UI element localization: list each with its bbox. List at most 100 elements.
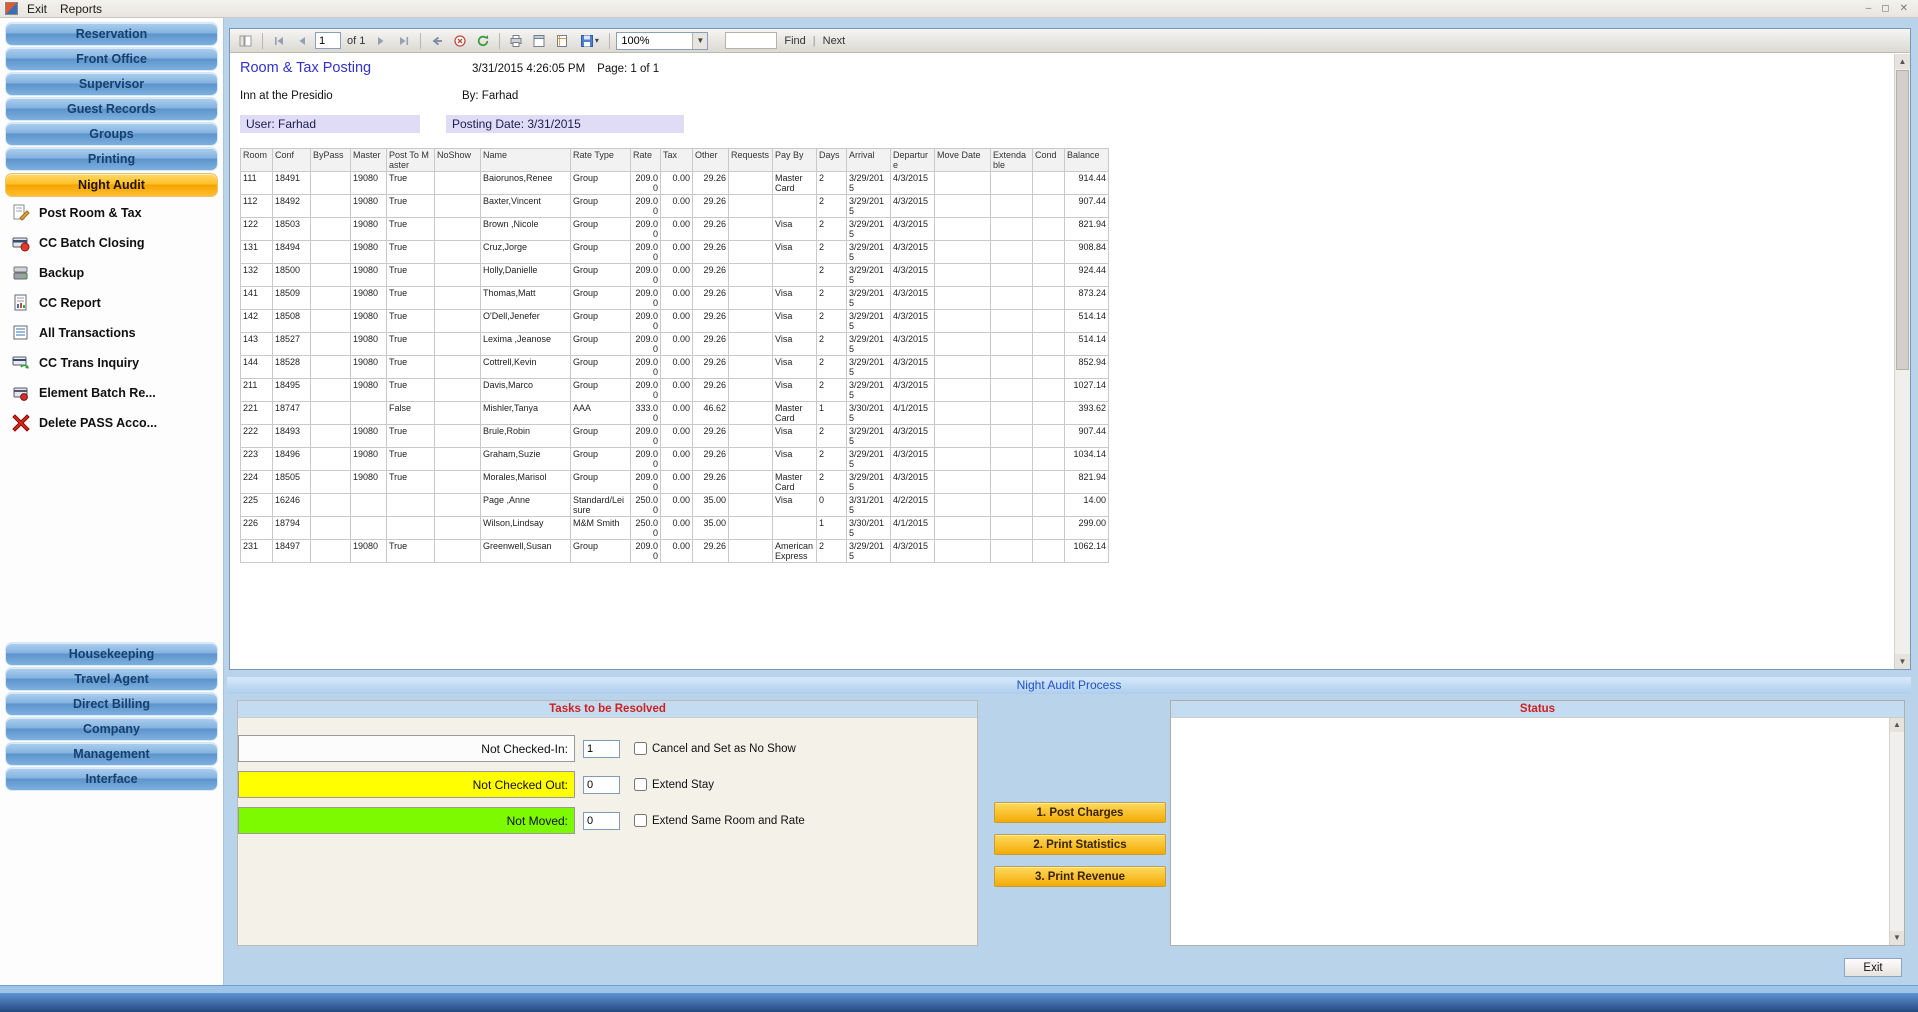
table-cell: 209.00 xyxy=(630,240,661,264)
find-button[interactable]: Find xyxy=(780,35,809,47)
back-icon[interactable] xyxy=(427,31,447,51)
table-cell: 209.00 xyxy=(630,470,661,494)
table-cell: Group xyxy=(570,240,631,264)
extend-stay-checkbox[interactable] xyxy=(634,778,647,791)
table-cell: 209.00 xyxy=(630,424,661,448)
minimize-icon[interactable]: – xyxy=(1866,3,1872,14)
sidebar-item-all-transactions[interactable]: All Transactions xyxy=(0,318,223,348)
sidebar-item-direct-billing[interactable]: Direct Billing xyxy=(5,692,218,716)
table-cell: Greenwell,Susan xyxy=(480,539,571,563)
table-cell xyxy=(1032,493,1065,517)
print-layout-icon[interactable] xyxy=(529,31,549,51)
sidebar-item-cc-trans-inquiry[interactable]: CC Trans Inquiry xyxy=(0,348,223,378)
maximize-icon[interactable]: ◻ xyxy=(1881,3,1889,14)
sidebar-item-management[interactable]: Management xyxy=(5,742,218,766)
table-cell: Group xyxy=(570,470,631,494)
table-cell: Thomas,Matt xyxy=(480,286,571,310)
table-cell: Group xyxy=(570,286,631,310)
find-separator: | xyxy=(812,34,816,47)
not-checked-in-input[interactable] xyxy=(583,739,620,758)
prev-page-icon[interactable] xyxy=(292,31,312,51)
menu-exit[interactable]: Exit xyxy=(23,1,56,17)
table-cell: True xyxy=(386,539,435,563)
stop-icon[interactable] xyxy=(450,31,470,51)
table-cell xyxy=(434,424,481,448)
table-cell xyxy=(990,539,1033,563)
last-page-icon[interactable] xyxy=(394,31,414,51)
sidebar-item-cc-report[interactable]: CC Report xyxy=(0,288,223,318)
first-page-icon[interactable] xyxy=(269,31,289,51)
table-cell: True xyxy=(386,263,435,287)
not-checked-in-label: Not Checked-In: xyxy=(238,735,575,762)
scroll-down-icon[interactable]: ▼ xyxy=(1890,931,1904,945)
page-number-input[interactable] xyxy=(315,32,341,49)
table-cell xyxy=(990,171,1033,195)
table-cell: O'Dell,Jenefer xyxy=(480,309,571,333)
table-cell xyxy=(434,516,481,540)
not-checked-out-input[interactable] xyxy=(583,775,620,794)
scroll-up-icon[interactable]: ▲ xyxy=(1895,54,1910,69)
table-cell: 3/29/2015 xyxy=(846,539,891,563)
scroll-down-icon[interactable]: ▼ xyxy=(1895,654,1910,669)
sidebar-item-supervisor[interactable]: Supervisor xyxy=(5,72,218,96)
table-cell: Visa xyxy=(772,217,817,241)
post-charges-button[interactable]: 1. Post Charges xyxy=(994,802,1166,823)
refresh-icon[interactable] xyxy=(473,31,493,51)
sidebar-item-cc-batch-closing[interactable]: CC Batch Closing xyxy=(0,228,223,258)
sidebar-item-guest-records[interactable]: Guest Records xyxy=(5,97,218,121)
zoom-select[interactable]: 100% ▼ xyxy=(616,31,709,50)
column-header: Pay By xyxy=(772,148,817,172)
scroll-up-icon[interactable]: ▲ xyxy=(1890,718,1904,732)
status-scrollbar[interactable]: ▲ ▼ xyxy=(1889,718,1904,945)
sidebar-item-reservation[interactable]: Reservation xyxy=(5,22,218,46)
not-moved-input[interactable] xyxy=(583,811,620,830)
column-header: Conf xyxy=(272,148,311,172)
print-revenue-button[interactable]: 3. Print Revenue xyxy=(994,866,1166,887)
print-statistics-button[interactable]: 2. Print Statistics xyxy=(994,834,1166,855)
table-cell xyxy=(1032,516,1065,540)
page-setup-icon[interactable] xyxy=(552,31,572,51)
table-cell: 209.00 xyxy=(630,309,661,333)
sidebar-item-backup[interactable]: Backup xyxy=(0,258,223,288)
sidebar-item-post-room-tax[interactable]: Post Room & Tax xyxy=(0,198,223,228)
table-cell: 209.00 xyxy=(630,194,661,218)
table-cell: Visa xyxy=(772,424,817,448)
extend-same-room-checkbox[interactable] xyxy=(634,814,647,827)
sidebar-item-printing[interactable]: Printing xyxy=(5,147,218,171)
table-cell: 112 xyxy=(240,194,273,218)
scroll-thumb[interactable] xyxy=(1896,70,1909,370)
document-map-icon[interactable] xyxy=(236,31,256,51)
table-cell: Visa xyxy=(772,332,817,356)
cancel-no-show-checkbox[interactable] xyxy=(634,742,647,755)
find-next-button[interactable]: Next xyxy=(819,35,850,47)
menu-reports[interactable]: Reports xyxy=(56,1,111,17)
sidebar-item-night-audit[interactable]: Night Audit xyxy=(5,173,218,197)
export-icon[interactable]: ▾ xyxy=(575,31,603,51)
table-cell: Master Card xyxy=(772,401,817,425)
sidebar-item-delete-pass[interactable]: Delete PASS Acco... xyxy=(0,408,223,438)
next-page-icon[interactable] xyxy=(371,31,391,51)
print-icon[interactable] xyxy=(506,31,526,51)
sidebar-item-company[interactable]: Company xyxy=(5,717,218,741)
table-cell: 0.00 xyxy=(660,447,693,471)
sidebar-item-travel-agent[interactable]: Travel Agent xyxy=(5,667,218,691)
sidebar-item-front-office[interactable]: Front Office xyxy=(5,47,218,71)
find-input[interactable] xyxy=(725,32,778,49)
table-cell: 209.00 xyxy=(630,263,661,287)
table-cell: 2 xyxy=(816,217,847,241)
table-cell: 250.00 xyxy=(630,516,661,540)
table-cell xyxy=(934,516,991,540)
sidebar-item-groups[interactable]: Groups xyxy=(5,122,218,146)
sidebar-item-element-batch[interactable]: Element Batch Re... xyxy=(0,378,223,408)
table-cell xyxy=(1032,401,1065,425)
report-vertical-scrollbar[interactable]: ▲ ▼ xyxy=(1894,54,1910,669)
table-cell: Group xyxy=(570,217,631,241)
table-cell: Baiorunos,Renee xyxy=(480,171,571,195)
exit-button[interactable]: Exit xyxy=(1844,958,1902,977)
close-icon[interactable]: ✕ xyxy=(1900,3,1908,14)
table-cell xyxy=(728,171,773,195)
sidebar-item-housekeeping[interactable]: Housekeeping xyxy=(5,642,218,666)
sidebar-item-interface[interactable]: Interface xyxy=(5,767,218,791)
table-cell xyxy=(1032,447,1065,471)
table-row: 222 18493 19080 True Brule,Robin Group 209.00 0… xyxy=(240,424,1109,448)
